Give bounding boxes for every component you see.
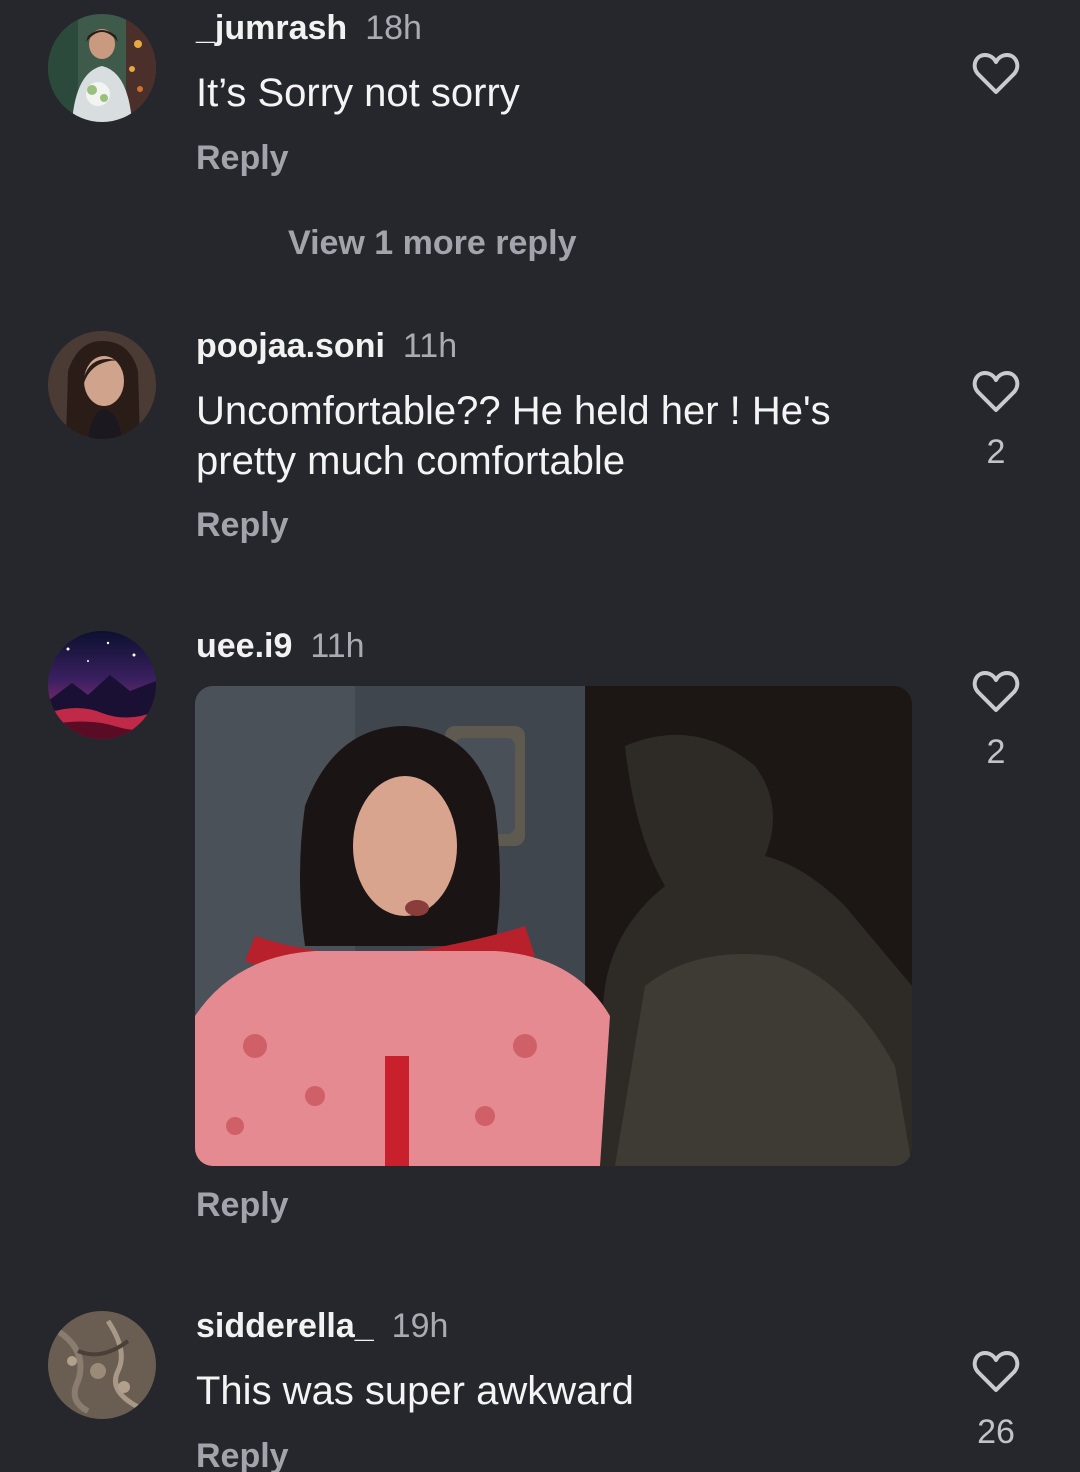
comment-username[interactable]: _jumrash [196, 9, 347, 47]
comment-meta: uee.i9 11h [196, 626, 365, 666]
like-count: 26 [977, 1413, 1015, 1451]
like-button[interactable]: 2 [966, 670, 1026, 772]
comment-text: It’s Sorry not sorry [196, 71, 520, 115]
comment-time: 11h [402, 327, 458, 365]
reply-button[interactable]: Reply [196, 138, 289, 178]
comment-gif-image[interactable] [195, 686, 912, 1166]
comment-username[interactable]: uee.i9 [196, 627, 292, 665]
heart-outline-icon [972, 1351, 1020, 1392]
avatar[interactable] [48, 1311, 156, 1419]
comment-username[interactable]: poojaa.soni [196, 327, 385, 365]
view-more-replies-button[interactable]: View 1 more reply [288, 223, 577, 263]
reply-button[interactable]: Reply [196, 505, 289, 545]
heart-outline-icon [972, 671, 1020, 712]
avatar[interactable] [48, 631, 156, 739]
comment-time: 11h [310, 627, 365, 665]
comment-time: 19h [391, 1307, 449, 1345]
avatar[interactable] [48, 331, 156, 439]
comment-time: 18h [365, 9, 422, 47]
comment-meta: poojaa.soni 11h [196, 326, 457, 366]
comment-text: This was super awkward [196, 1369, 634, 1413]
reply-button[interactable]: Reply [196, 1185, 289, 1225]
comment-text: Uncomfortable?? He held her ! He's prett… [196, 389, 831, 483]
like-button[interactable] [966, 52, 1026, 96]
heart-outline-icon [972, 53, 1020, 94]
reply-button[interactable]: Reply [196, 1436, 289, 1472]
comment-meta: _jumrash 18h [196, 8, 422, 48]
heart-outline-icon [972, 371, 1020, 412]
comment-meta: sidderella_ 19h [196, 1306, 448, 1346]
like-button[interactable]: 26 [966, 1350, 1026, 1452]
comment-username[interactable]: sidderella_ [196, 1307, 374, 1345]
like-button[interactable]: 2 [966, 370, 1026, 472]
avatar[interactable] [48, 14, 156, 122]
like-count: 2 [986, 433, 1006, 471]
like-count: 2 [986, 733, 1006, 771]
